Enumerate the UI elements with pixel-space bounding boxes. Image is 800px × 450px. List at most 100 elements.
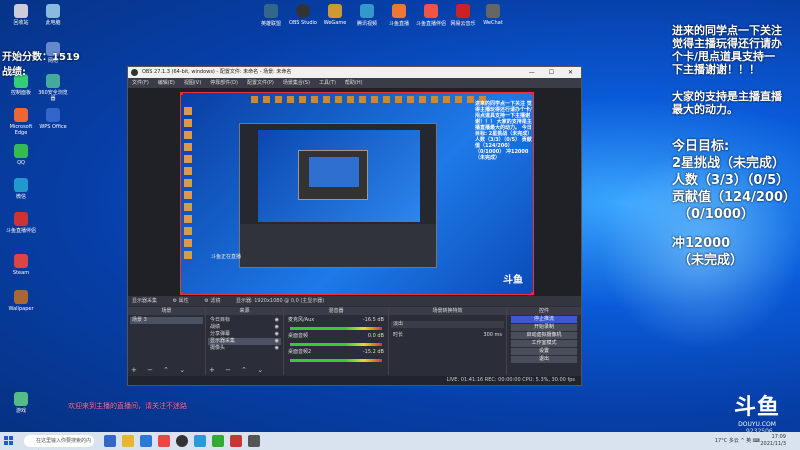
taskbar: 在这里输入你要搜索的内容 17°C 多云 ^ 英 ⌨ 17:09 2021/11… xyxy=(0,432,800,450)
clock[interactable]: 17:09 2021/11/3 xyxy=(760,434,786,448)
browser-taskbar-icon[interactable] xyxy=(194,435,206,447)
top-desktop-icon[interactable]: 斗鱼直播伴侣 xyxy=(416,4,446,27)
source-item[interactable]: 今日目标 ◉ xyxy=(208,317,281,324)
menu-scene-collection[interactable]: 场景集合(S) xyxy=(283,78,310,88)
menu-edit[interactable]: 编辑(E) xyxy=(158,78,175,88)
menu-docks[interactable]: 停靠部件(D) xyxy=(210,78,238,88)
filters-button[interactable]: ⚙ 滤镜 xyxy=(204,298,220,304)
desktop-icon[interactable]: 游戏 xyxy=(4,392,38,414)
settings-button[interactable]: 设置 xyxy=(511,348,577,355)
desktop-icon[interactable]: 微信 xyxy=(4,178,38,200)
controls-header: 控件 xyxy=(507,307,581,315)
top-desktop-icon[interactable]: 英雄联盟 xyxy=(256,4,286,27)
obs-taskbar-icon[interactable] xyxy=(176,435,188,447)
duration-row: 时长 300 ms xyxy=(393,332,502,339)
source-item[interactable]: 分享弹幕 ◉ xyxy=(208,331,281,338)
follow-message: 进来的同学点一下关注 觉得主播玩得还行请办 个卡/甩点道具支持一 下主播谢谢！！… xyxy=(672,24,782,76)
eye-icon[interactable]: ◉ xyxy=(275,324,279,331)
mixer-channel: 麦克风/Aux -16.5 dB xyxy=(288,317,384,323)
obs-docks: 场景 场景 3 + − ⌃ ⌄ 来源 今日目标 ◉ 战绩 ◉ 分享弹幕 ◉ 显示器采集… xyxy=(128,307,581,375)
window-controls[interactable]: — ☐ ✕ xyxy=(529,67,579,78)
desktop-icon[interactable]: Steam xyxy=(4,254,38,276)
resize-handle[interactable] xyxy=(531,292,533,294)
exit-button[interactable]: 退出 xyxy=(511,356,577,363)
sources-dock: 来源 今日目标 ◉ 战绩 ◉ 分享弹幕 ◉ 显示器采集 ◉ 摄像头 ◉ + − ⌃ ⌄ xyxy=(206,307,284,375)
properties-button[interactable]: ⚙ 属性 xyxy=(173,298,189,304)
menu-tools[interactable]: 工具(T) xyxy=(319,78,336,88)
top-desktop-icon[interactable]: WeGame xyxy=(320,4,350,26)
daily-goals: 今日目标: 2星挑战（未完成） 人数（3/3）（0/5） 贡献值（124/200… xyxy=(672,139,797,268)
obs-window[interactable]: OBS 27.1.3 (64-bit, windows) - 配置文件: 未命名… xyxy=(127,66,582,386)
volume-meter[interactable] xyxy=(290,359,382,362)
transition-select[interactable]: 淡出 xyxy=(391,321,504,328)
wechat-top-icon xyxy=(486,4,500,18)
virtual-camera-button[interactable]: 启动虚拟摄像机 xyxy=(511,332,577,339)
top-desktop-icon[interactable]: 腾讯视频 xyxy=(352,4,382,27)
task-view-icon[interactable] xyxy=(104,435,116,447)
stop-streaming-button[interactable]: 停止推流 xyxy=(511,316,577,323)
menu-view[interactable]: 视图(V) xyxy=(184,78,201,88)
douyu-live-icon xyxy=(392,4,406,18)
taskbar-search[interactable]: 在这里输入你要搜索的内容 xyxy=(24,435,94,447)
music-icon xyxy=(456,4,470,18)
obs-title-bar[interactable]: OBS 27.1.3 (64-bit, windows) - 配置文件: 未命名… xyxy=(128,67,581,78)
game-icon xyxy=(14,392,28,406)
desktop-icon[interactable]: Microsoft Edge xyxy=(4,108,38,136)
scene-item[interactable]: 场景 3 xyxy=(130,317,203,324)
volume-meter[interactable] xyxy=(290,327,382,330)
obs-menu-bar: 文件(F) 编辑(E) 视图(V) 停靠部件(D) 配置文件(P) 场景集合(S… xyxy=(128,78,581,88)
top-desktop-icon[interactable]: 斗鱼直播 xyxy=(384,4,414,27)
desktop-icon[interactable]: 斗鱼直播伴侣 xyxy=(4,212,38,234)
menu-file[interactable]: 文件(F) xyxy=(132,78,149,88)
file-explorer-icon[interactable] xyxy=(122,435,134,447)
desktop-icon[interactable]: Wallpaper xyxy=(4,290,38,312)
source-item[interactable]: 显示器采集 ◉ xyxy=(208,338,281,345)
mixer-dock: 混音器 麦克风/Aux -16.5 dB 桌面音频 0.0 dB 桌面音频2 -15.… xyxy=(284,307,389,375)
resize-handle[interactable] xyxy=(531,93,533,95)
eye-icon[interactable]: ◉ xyxy=(275,338,279,345)
desktop-icon[interactable]: 360安全浏览器 xyxy=(36,74,70,102)
top-desktop-icon[interactable]: OBS Studio xyxy=(288,4,318,26)
source-list-controls[interactable]: + − ⌃ ⌄ xyxy=(209,366,267,374)
source-item[interactable]: 摄像头 ◉ xyxy=(208,345,281,352)
music-taskbar-icon[interactable] xyxy=(230,435,242,447)
desktop-icon[interactable]: 回收站 xyxy=(4,4,38,26)
eye-icon[interactable]: ◉ xyxy=(275,317,279,324)
scenes-header: 场景 xyxy=(128,307,205,315)
wps-icon xyxy=(46,108,60,122)
desktop-icon[interactable]: WPS Office xyxy=(36,108,70,130)
resize-handle[interactable] xyxy=(181,292,183,294)
start-recording-button[interactable]: 开始录制 xyxy=(511,324,577,331)
obs-logo-icon xyxy=(131,69,138,76)
obs-icon xyxy=(296,4,310,18)
display-select[interactable]: 显示器: 1920x1080 @ 0,0 (主显示器) xyxy=(236,298,324,304)
scene-list-controls[interactable]: + − ⌃ ⌄ xyxy=(131,366,189,374)
source-toolbar: 显示器采集 ⚙ 属性 ⚙ 滤镜 显示器: 1920x1080 @ 0,0 (主显… xyxy=(128,296,581,306)
desktop-icon[interactable]: 此电脑 xyxy=(36,4,70,26)
computer-icon xyxy=(46,4,60,18)
volume-meter[interactable] xyxy=(290,343,382,346)
start-button[interactable] xyxy=(4,436,14,446)
eye-icon[interactable]: ◉ xyxy=(275,345,279,352)
edge-taskbar-icon[interactable] xyxy=(140,435,152,447)
studio-mode-button[interactable]: 工作室模式 xyxy=(511,340,577,347)
sources-header: 来源 xyxy=(206,307,283,315)
resize-handle[interactable] xyxy=(181,93,183,95)
top-desktop-icon[interactable]: 网易云音乐 xyxy=(448,4,478,27)
wechat-taskbar-icon[interactable] xyxy=(212,435,224,447)
transitions-dock: 场景转换特效 淡出 时长 300 ms xyxy=(389,307,507,375)
menu-profile[interactable]: 配置文件(P) xyxy=(247,78,274,88)
duration-input[interactable]: 300 ms xyxy=(483,332,502,339)
douyu-taskbar-icon[interactable] xyxy=(158,435,170,447)
source-item[interactable]: 战绩 ◉ xyxy=(208,324,281,331)
lol-icon xyxy=(264,4,278,18)
douyu-logo: 斗鱼 xyxy=(734,395,781,420)
stream-preview[interactable]: 进来的同学点一下关注 觉得主播玩得还行请办个卡/甩点道具支持一下主播谢谢！！！ … xyxy=(180,92,534,295)
system-tray[interactable]: 17°C 多云 ^ 英 ⌨ xyxy=(715,437,760,444)
support-message: 大家的支持是主播直播 最大的动力。 xyxy=(672,90,782,116)
app-taskbar-icon[interactable] xyxy=(248,435,260,447)
top-desktop-icon[interactable]: WeChat xyxy=(478,4,508,26)
menu-help[interactable]: 帮助(H) xyxy=(345,78,363,88)
eye-icon[interactable]: ◉ xyxy=(275,331,279,338)
desktop-icon[interactable]: QQ xyxy=(4,144,38,166)
